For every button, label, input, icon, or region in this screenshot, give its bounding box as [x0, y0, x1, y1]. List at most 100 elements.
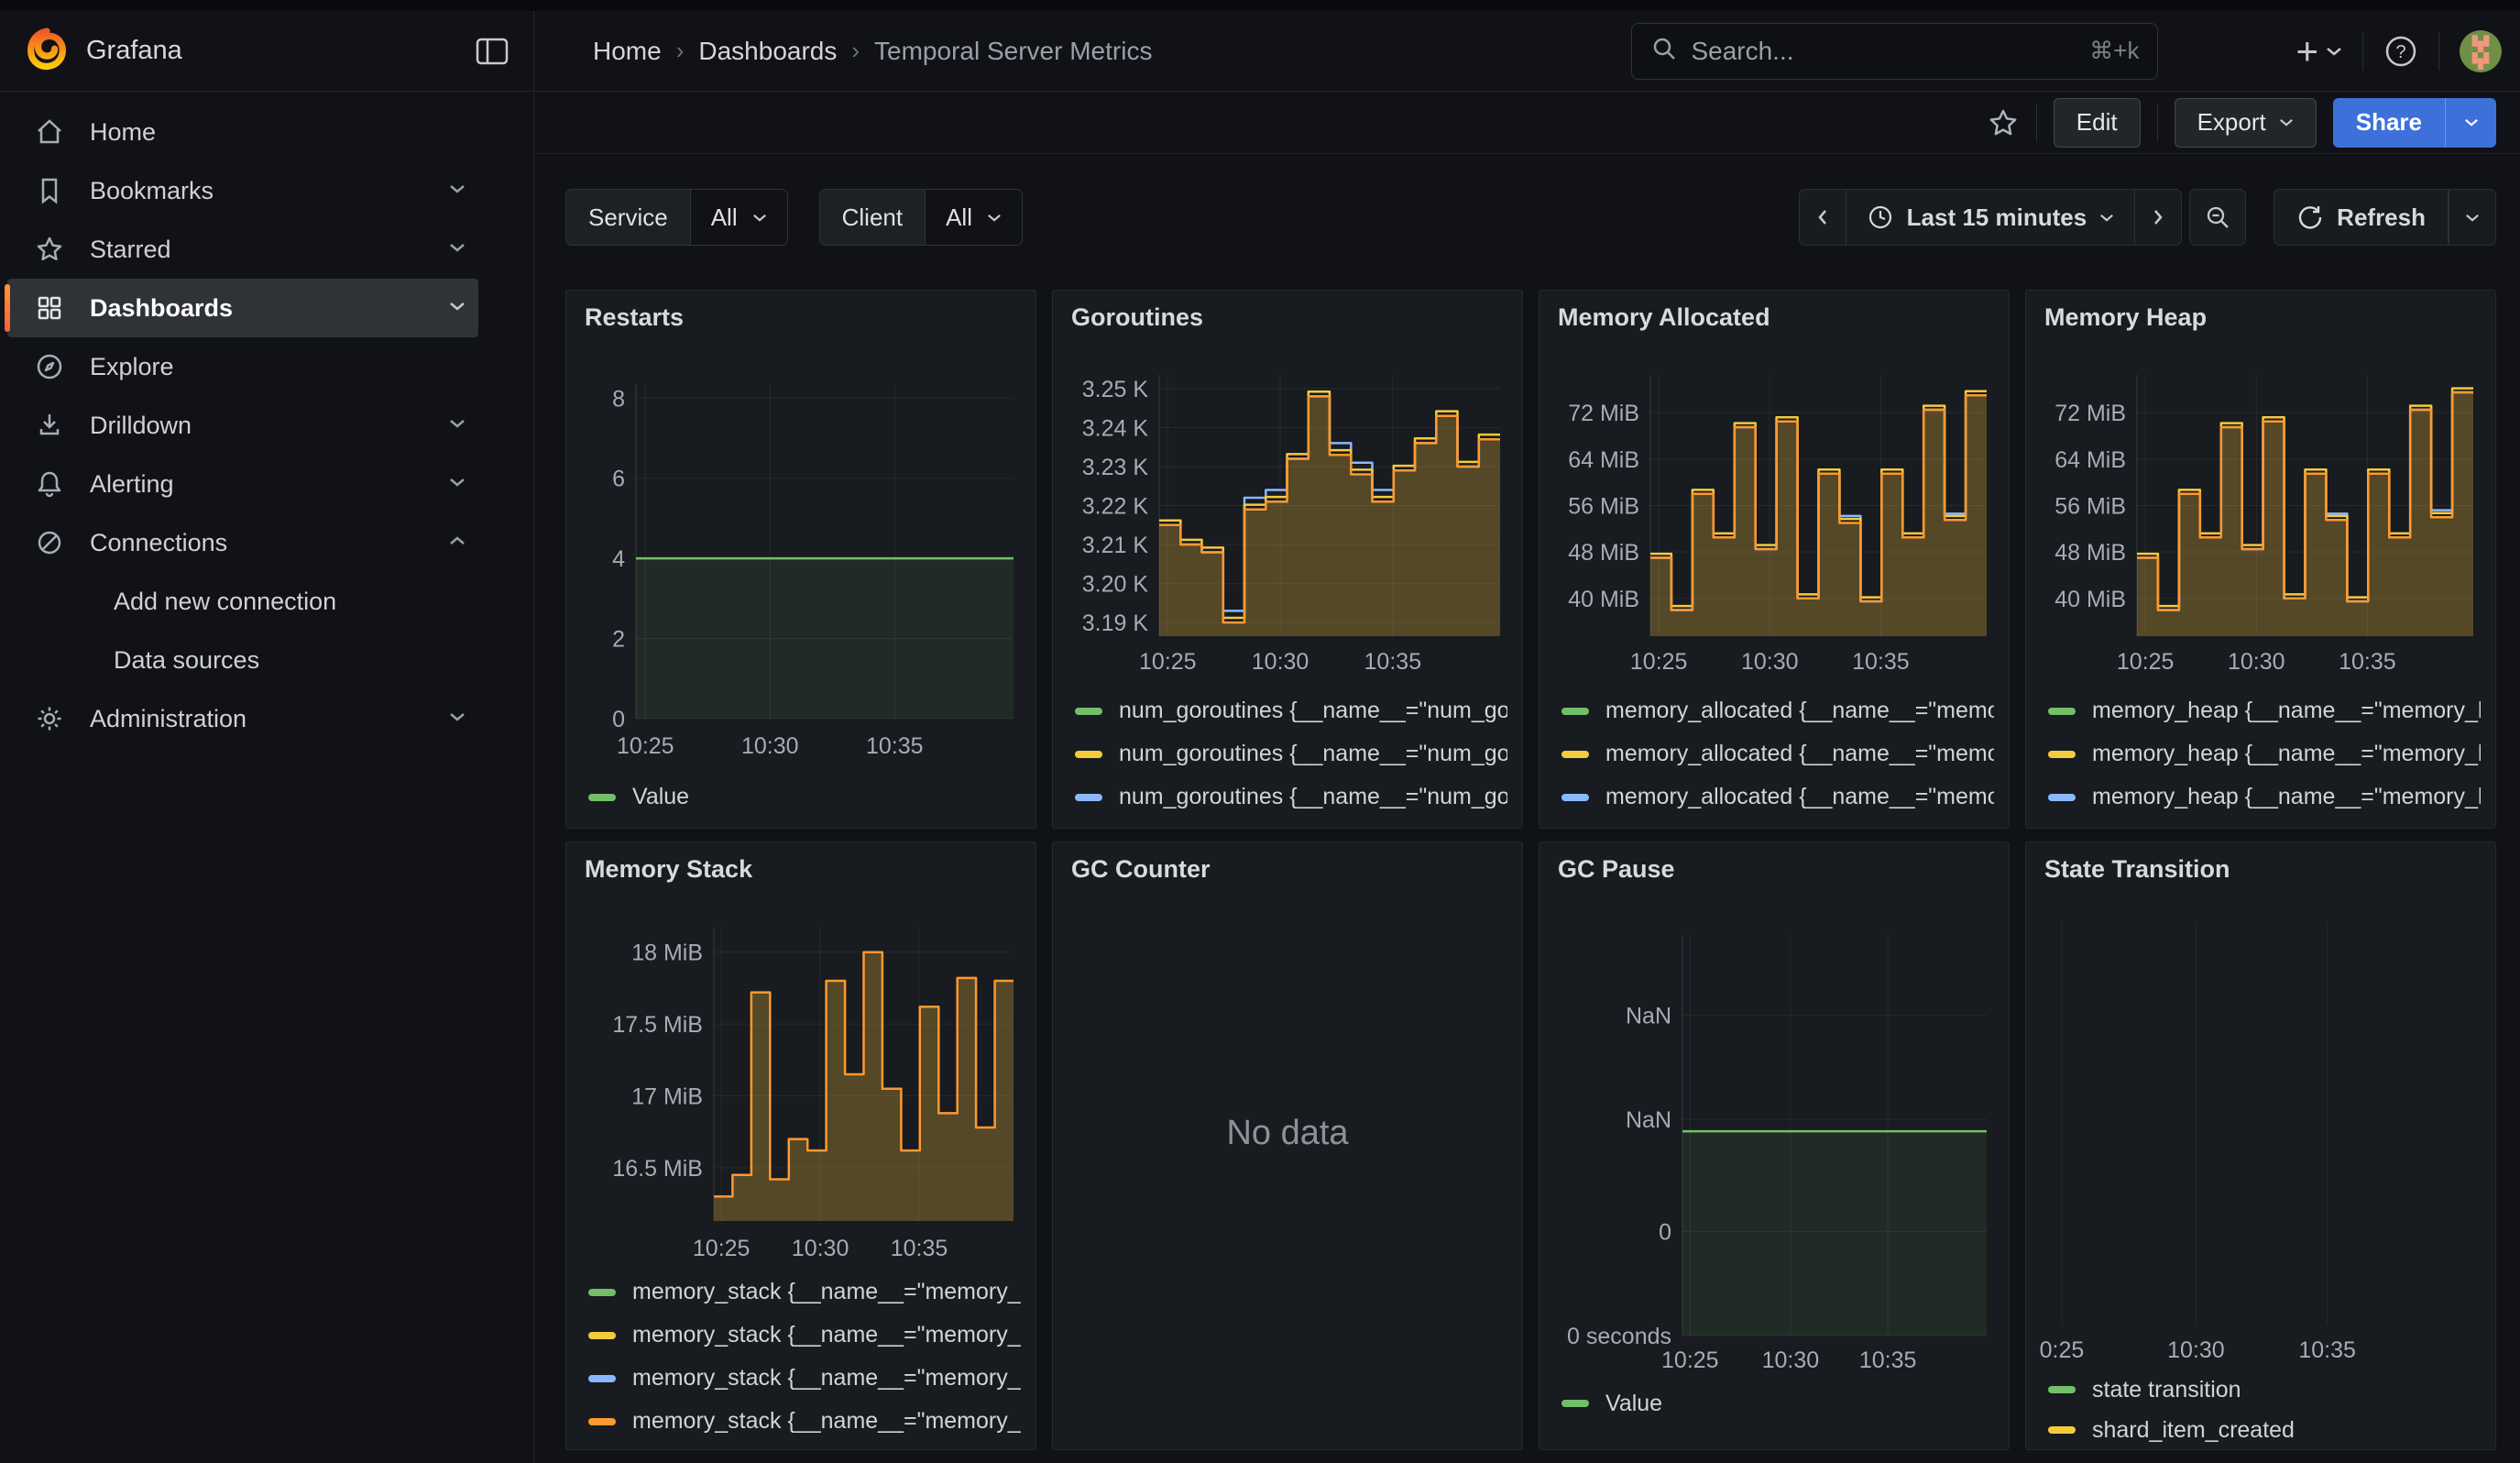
legend-swatch — [1561, 1400, 1589, 1407]
legend-item[interactable]: memory_stack {__name__="memory_s — [588, 1314, 1021, 1357]
client-label: Client — [820, 190, 926, 245]
time-range-picker[interactable]: Last 15 minutes — [1846, 189, 2135, 246]
panel-title[interactable]: GC Counter — [1071, 855, 1507, 884]
legend-label: memory_allocated {__name__="memo — [1605, 741, 1994, 767]
legend-label: memory_heap {__name__="memory_h — [2092, 741, 2481, 767]
edit-button[interactable]: Edit — [2054, 98, 2141, 148]
sidebar-item-alerting[interactable]: Alerting — [7, 455, 478, 513]
legend-item[interactable]: memory_allocated {__name__="memo — [1561, 776, 1994, 819]
share-options-chevron[interactable] — [2445, 98, 2496, 148]
refresh-button[interactable]: Refresh — [2273, 189, 2449, 246]
export-button[interactable]: Export — [2175, 98, 2317, 148]
breadcrumb-dashboards[interactable]: Dashboards — [698, 37, 837, 66]
svg-text:?: ? — [2395, 42, 2405, 62]
refresh-interval-chevron[interactable] — [2449, 189, 2496, 246]
home-icon — [33, 116, 66, 148]
favorite-star-icon[interactable] — [1987, 106, 2020, 139]
legend-item[interactable]: state transition — [2048, 1370, 2481, 1410]
memory-heap-chart[interactable]: 10:2510:3010:3572 MiB64 MiB56 MiB48 MiB4… — [2041, 343, 2481, 829]
service-value-dropdown[interactable]: All — [691, 190, 787, 245]
panel-title[interactable]: GC Pause — [1558, 855, 1994, 884]
legend-label: num_goroutines {__name__="num_go — [1119, 827, 1507, 829]
sidebar-item-starred[interactable]: Starred — [7, 220, 478, 279]
memory-stack-chart[interactable]: 10:2510:3010:3518 MiB17.5 MiB17 MiB16.5 … — [581, 895, 1021, 1443]
sidebar-item-explore[interactable]: Explore — [7, 337, 478, 396]
panel-title[interactable]: Goroutines — [1071, 303, 1507, 332]
state-transition-chart[interactable]: 0:2510:3010:35state transitionshard_item… — [2041, 895, 2481, 1450]
time-shift-back-button[interactable] — [1799, 189, 1846, 246]
client-variable: Client All — [819, 189, 1023, 246]
legend-swatch — [588, 1375, 616, 1382]
sidebar-collapse-icon[interactable] — [475, 36, 509, 67]
goroutines-chart[interactable]: 10:2510:3010:353.25 K3.24 K3.23 K3.22 K3… — [1068, 343, 1507, 829]
panel-title[interactable]: State Transition — [2044, 855, 2481, 884]
sidebar-item-label: Drilldown — [90, 412, 449, 440]
time-shift-forward-button[interactable] — [2134, 189, 2182, 246]
legend-item[interactable]: memory_stack {__name__="memory_s — [588, 1270, 1021, 1314]
panel-title[interactable]: Memory Allocated — [1558, 303, 1994, 332]
sidebar-item-connections[interactable]: Connections — [7, 513, 478, 572]
panel-title[interactable]: Memory Heap — [2044, 303, 2481, 332]
legend-swatch — [588, 1332, 616, 1339]
sidebar-item-bookmarks[interactable]: Bookmarks — [7, 161, 478, 220]
timeseries-svg: 10:2510:3010:3518 MiB17.5 MiB17 MiB16.5 … — [581, 895, 1021, 1270]
legend-swatch — [588, 794, 616, 801]
restarts-chart[interactable]: 10:2510:3010:3586420Value — [581, 343, 1021, 819]
sidebar-item-administration[interactable]: Administration — [7, 689, 478, 748]
legend-swatch — [588, 1289, 616, 1296]
user-avatar[interactable] — [2460, 30, 2502, 72]
legend-swatch — [2048, 794, 2076, 801]
legend-item[interactable]: Value — [1561, 1382, 1994, 1424]
breadcrumb-home[interactable]: Home — [593, 37, 662, 66]
dashboards-grid-icon — [33, 292, 66, 324]
svg-text:10:35: 10:35 — [1852, 649, 1910, 675]
panels-grid: Restarts 10:2510:3010:3586420Value Gorou… — [565, 290, 2496, 1450]
svg-text:NaN: NaN — [1626, 1107, 1671, 1133]
legend-label: Value — [632, 784, 689, 810]
legend-item[interactable]: memory_stack {__name__="memory_s — [588, 1400, 1021, 1443]
client-value-dropdown[interactable]: All — [926, 190, 1022, 245]
compass-icon — [33, 350, 66, 383]
legend-item[interactable]: memory_heap {__name__="memory_h — [2048, 819, 2481, 829]
sidebar-item-dashboards[interactable]: Dashboards — [7, 279, 478, 337]
legend-item[interactable]: num_goroutines {__name__="num_go — [1075, 732, 1507, 776]
legend-item[interactable]: num_goroutines {__name__="num_go — [1075, 776, 1507, 819]
svg-text:0: 0 — [1659, 1219, 1671, 1245]
legend-item[interactable]: memory_heap {__name__="memory_h — [2048, 732, 2481, 776]
svg-text:64 MiB: 64 MiB — [2054, 447, 2126, 473]
legend-label: num_goroutines {__name__="num_go — [1119, 784, 1507, 810]
chevron-down-icon — [752, 213, 767, 223]
legend: memory_allocated {__name__="memomemory_a… — [1561, 689, 1994, 829]
svg-text:56 MiB: 56 MiB — [1568, 494, 1639, 520]
panel-title[interactable]: Restarts — [585, 303, 1021, 332]
legend-item[interactable]: shard_item_created — [2048, 1410, 2481, 1450]
legend-item[interactable]: memory_heap {__name__="memory_h — [2048, 776, 2481, 819]
zoom-out-button[interactable] — [2189, 189, 2246, 246]
gc-pause-chart[interactable]: 10:2510:3010:35NaNNaN00 secondsValue — [1554, 895, 1994, 1424]
legend-item[interactable]: memory_allocated {__name__="memo — [1561, 819, 1994, 829]
sidebar-item-home[interactable]: Home — [7, 103, 478, 161]
legend: state transitionshard_item_created — [2048, 1370, 2481, 1450]
legend-item[interactable]: Value — [588, 776, 1021, 819]
add-button[interactable]: + — [2295, 32, 2342, 71]
legend-item[interactable]: num_goroutines {__name__="num_go — [1075, 689, 1507, 732]
timeseries-svg: 10:2510:3010:35NaNNaN00 seconds — [1554, 895, 1994, 1382]
legend-item[interactable]: memory_allocated {__name__="memo — [1561, 732, 1994, 776]
legend-item[interactable]: num_goroutines {__name__="num_go — [1075, 819, 1507, 829]
share-button[interactable]: Share — [2333, 98, 2445, 148]
divider — [2362, 32, 2363, 71]
memory-allocated-chart[interactable]: 10:2510:3010:3572 MiB64 MiB56 MiB48 MiB4… — [1554, 343, 1994, 829]
svg-text:64 MiB: 64 MiB — [1568, 447, 1639, 473]
legend-swatch — [1075, 751, 1102, 758]
sidebar-item-drilldown[interactable]: Drilldown — [7, 396, 478, 455]
legend-item[interactable]: memory_heap {__name__="memory_h — [2048, 689, 2481, 732]
legend-item[interactable]: memory_allocated {__name__="memo — [1561, 689, 1994, 732]
help-icon[interactable]: ? — [2383, 34, 2418, 69]
sidebar-item-add-new-connection[interactable]: Add new connection — [7, 572, 478, 631]
breadcrumb-current: Temporal Server Metrics — [874, 37, 1152, 66]
legend-item[interactable]: memory_stack {__name__="memory_s — [588, 1357, 1021, 1400]
panel-title[interactable]: Memory Stack — [585, 855, 1021, 884]
sidebar-item-data-sources[interactable]: Data sources — [7, 631, 478, 689]
panel-gc-counter: GC Counter No data — [1052, 842, 1523, 1450]
search-input[interactable]: Search... ⌘+k — [1631, 23, 2158, 80]
